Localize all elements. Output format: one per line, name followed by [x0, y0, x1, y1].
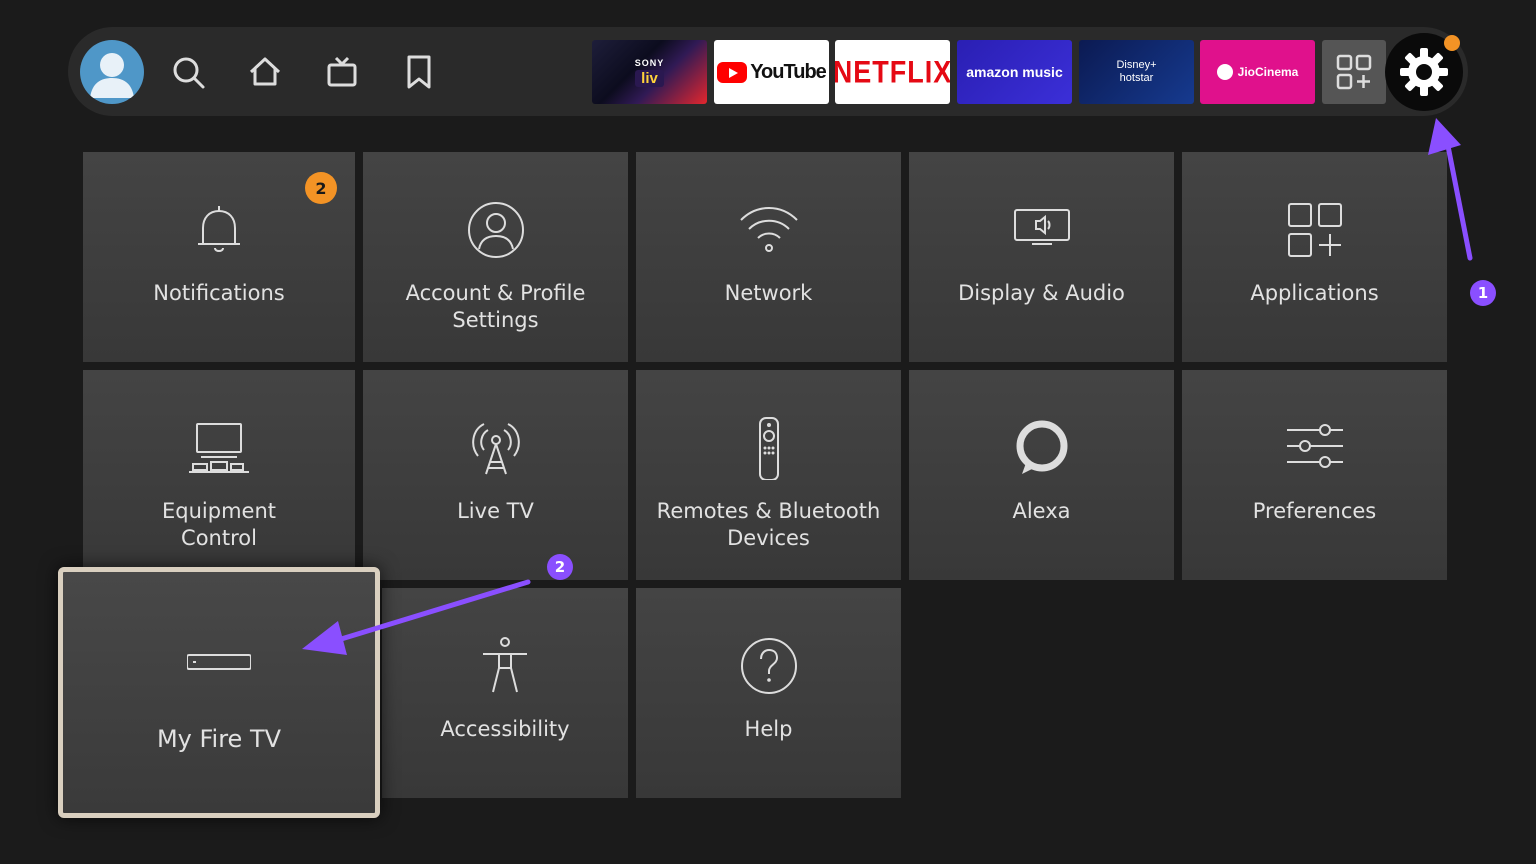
search-icon[interactable]: [168, 52, 208, 92]
annotation-marker-1: 1: [1470, 280, 1496, 306]
tile-remotes-bluetooth-devices[interactable]: Remotes & Bluetooth Devices: [636, 370, 901, 580]
tile-label: Preferences: [1252, 499, 1377, 523]
tile-alexa[interactable]: Alexa: [909, 370, 1174, 580]
app-label: liv: [635, 69, 664, 87]
tile-label: Help: [744, 717, 793, 741]
tile-label: Account & Profile Settings: [405, 281, 586, 332]
user-silhouette-icon: [90, 53, 134, 98]
help-icon: [737, 634, 801, 698]
tile-label: Display & Audio: [958, 281, 1125, 305]
tile-network[interactable]: Network: [636, 152, 901, 362]
app-label: hotstar: [1119, 72, 1154, 84]
settings-notification-dot: [1444, 35, 1460, 51]
tile-preferences[interactable]: Preferences: [1182, 370, 1447, 580]
wifi-icon: [737, 198, 801, 262]
bell-icon: [187, 198, 251, 262]
tile-label: Remotes & Bluetooth Devices: [656, 499, 881, 550]
apps-icon: [1283, 198, 1347, 262]
home-icon[interactable]: [245, 52, 285, 92]
profile-avatar[interactable]: [80, 40, 144, 104]
accessibility-icon: [473, 634, 537, 698]
app-jiocinema[interactable]: JioCinema: [1200, 40, 1315, 104]
tile-display-audio[interactable]: Display & Audio: [909, 152, 1174, 362]
tile-accessibility[interactable]: Accessibility: [382, 588, 628, 798]
notification-count-badge: 2: [305, 172, 337, 204]
annotation-marker-2: 2: [547, 554, 573, 580]
antenna-icon: [464, 416, 528, 480]
equipment-icon: [187, 416, 251, 480]
app-sony-liv[interactable]: SONY liv: [592, 40, 707, 104]
app-label: amazon music: [966, 64, 1063, 80]
tile-label: Live TV: [457, 499, 534, 523]
firetv-device-icon: [186, 630, 252, 694]
jiocinema-logo-icon: [1216, 64, 1233, 80]
tile-help[interactable]: Help: [636, 588, 901, 798]
display-speaker-icon: [1010, 198, 1074, 262]
tile-label: Applications: [1250, 281, 1379, 305]
tile-label: Notifications: [153, 281, 285, 305]
tile-live-tv[interactable]: Live TV: [363, 370, 628, 580]
tile-equipment-control[interactable]: Equipment Control: [83, 370, 355, 580]
tile-account-profile-settings[interactable]: Account & Profile Settings: [363, 152, 628, 362]
tile-applications[interactable]: Applications: [1182, 152, 1447, 362]
app-label: Disney+: [1116, 59, 1157, 71]
tile-label: Alexa: [1012, 499, 1071, 523]
tile-label: Equipment Control: [162, 499, 276, 550]
app-label: NETFLIX: [835, 54, 950, 89]
tile-label: Accessibility: [440, 717, 570, 741]
tile-label: My Fire TV: [156, 725, 282, 753]
live-tv-icon[interactable]: [322, 52, 362, 92]
user-icon: [464, 198, 528, 262]
sliders-icon: [1283, 416, 1347, 480]
gear-icon: [1400, 48, 1448, 96]
app-netflix[interactable]: NETFLIX: [835, 40, 950, 104]
youtube-play-icon: [717, 61, 748, 83]
all-apps-button[interactable]: [1322, 40, 1386, 104]
remote-icon: [737, 416, 801, 481]
alexa-icon: [1010, 416, 1074, 480]
app-youtube[interactable]: YouTube: [714, 40, 829, 104]
app-label: YouTube: [750, 60, 827, 83]
app-label: SONY: [634, 57, 665, 68]
tile-my-fire-tv[interactable]: My Fire TV: [58, 567, 380, 818]
app-disney-hotstar[interactable]: Disney+ hotstar: [1079, 40, 1194, 104]
app-label: JioCinema: [1237, 65, 1299, 79]
tile-label: Network: [724, 281, 813, 305]
app-amazon-music[interactable]: amazon music: [957, 40, 1072, 104]
bookmark-icon[interactable]: [399, 52, 439, 92]
apps-grid-icon: [1336, 54, 1372, 90]
